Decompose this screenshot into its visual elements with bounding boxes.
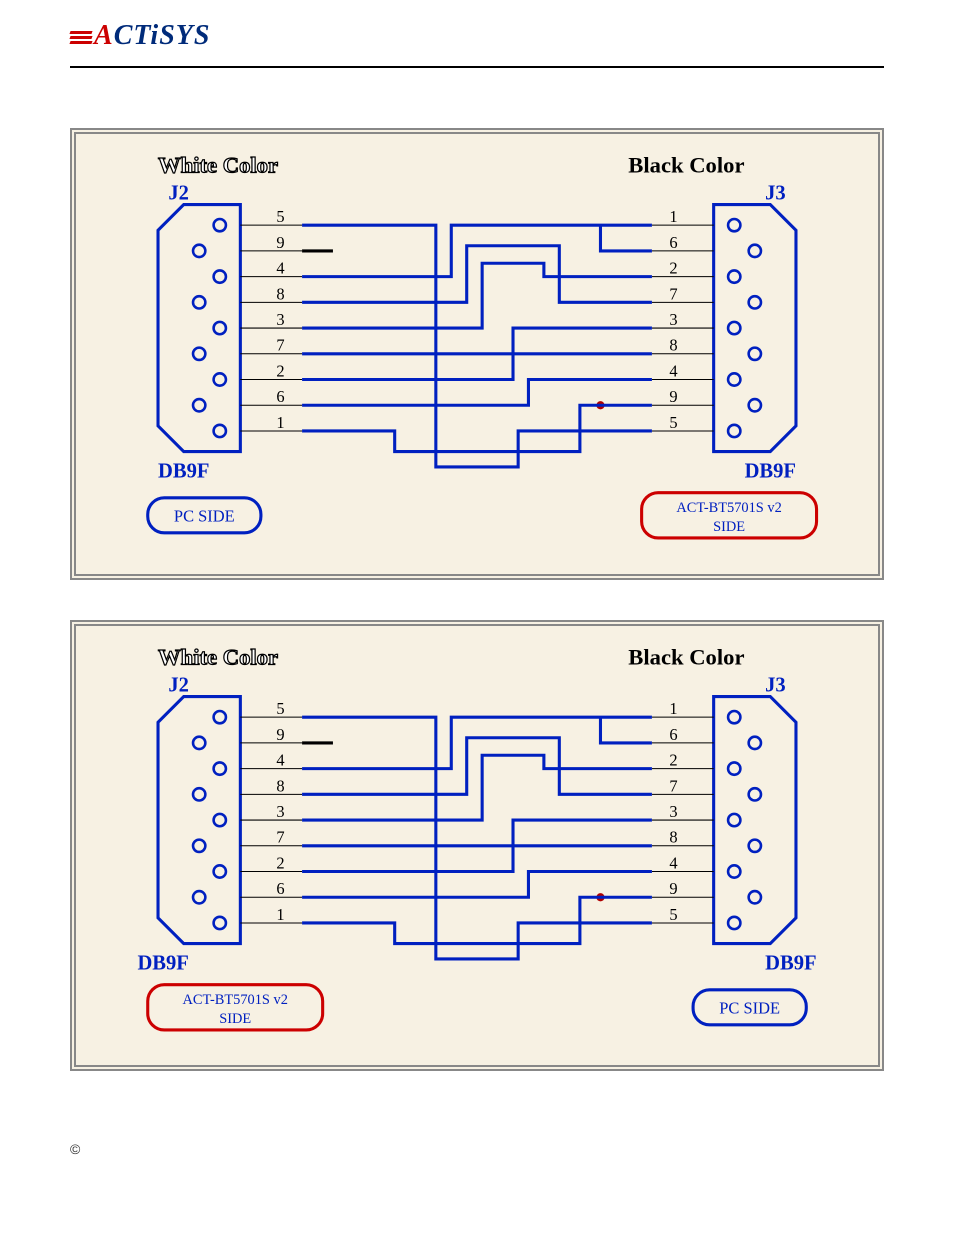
- svg-text:PC SIDE: PC SIDE: [174, 507, 235, 526]
- wiring-diagram-1: White Color Black Color J2 J3 5: [70, 128, 884, 580]
- right-badge-pc: PC SIDE: [693, 989, 806, 1024]
- svg-text:PC SIDE: PC SIDE: [719, 998, 780, 1017]
- right-pin-labels: 1 6 2 7 3 8 4 9 5: [669, 207, 677, 432]
- svg-text:6: 6: [276, 879, 284, 898]
- left-badge-device: ACT-BT5701S v2 SIDE: [148, 984, 323, 1029]
- right-label-lines: [652, 717, 714, 923]
- svg-text:7: 7: [276, 827, 284, 846]
- left-pins: [193, 711, 226, 929]
- left-label-lines: [240, 225, 302, 431]
- svg-text:6: 6: [669, 724, 677, 743]
- right-conn-type: DB9F: [745, 460, 796, 482]
- svg-text:8: 8: [276, 284, 284, 303]
- svg-text:5: 5: [276, 699, 284, 718]
- svg-text:2: 2: [276, 361, 284, 380]
- right-conn-ref: J3: [765, 674, 786, 696]
- left-conn-ref: J2: [168, 182, 189, 204]
- left-connector-shell: [158, 205, 240, 452]
- svg-text:8: 8: [669, 336, 677, 355]
- svg-text:9: 9: [669, 387, 677, 406]
- page-footer: ©: [0, 1141, 954, 1189]
- svg-text:9: 9: [276, 233, 284, 252]
- svg-text:7: 7: [276, 336, 284, 355]
- logo-stripes-icon: [70, 29, 92, 46]
- svg-text:4: 4: [276, 750, 284, 769]
- left-label-lines: [240, 717, 302, 923]
- right-conn-type: DB9F: [765, 952, 816, 974]
- svg-text:3: 3: [669, 802, 677, 821]
- svg-text:ACT-BT5701S v2: ACT-BT5701S v2: [676, 500, 781, 516]
- svg-text:5: 5: [669, 904, 677, 923]
- right-label-lines: [652, 225, 714, 431]
- left-conn-ref: J2: [168, 674, 189, 696]
- wiring-diagram-2: White Color Black Color J2 J3 5 9 4 8: [70, 620, 884, 1072]
- svg-text:4: 4: [669, 853, 677, 872]
- svg-text:8: 8: [669, 827, 677, 846]
- svg-text:3: 3: [276, 802, 284, 821]
- right-connector-shell: [714, 205, 796, 452]
- svg-text:7: 7: [669, 284, 677, 303]
- right-badge-device: ACT-BT5701S v2 SIDE: [642, 493, 817, 538]
- page-header: ACTiSYS: [0, 0, 954, 60]
- right-pins: [728, 711, 761, 929]
- svg-text:2: 2: [669, 259, 677, 278]
- svg-text:1: 1: [669, 207, 677, 226]
- svg-text:9: 9: [669, 879, 677, 898]
- svg-text:7: 7: [669, 776, 677, 795]
- svg-text:1: 1: [669, 699, 677, 718]
- svg-text:6: 6: [276, 387, 284, 406]
- svg-text:1: 1: [276, 413, 284, 432]
- wiring-traces: [302, 717, 652, 959]
- brand-logo: ACTiSYS: [70, 20, 210, 51]
- svg-text:1: 1: [276, 904, 284, 923]
- svg-text:4: 4: [669, 361, 677, 380]
- page-content: White Color Black Color J2 J3 5: [0, 68, 954, 1141]
- svg-text:5: 5: [669, 413, 677, 432]
- left-conn-type: DB9F: [137, 952, 188, 974]
- svg-text:3: 3: [276, 310, 284, 329]
- wiring-traces: [302, 225, 652, 467]
- svg-text:3: 3: [669, 310, 677, 329]
- svg-text:6: 6: [669, 233, 677, 252]
- left-pin-labels: 5 9 4 8 3 7 2 6 1: [276, 699, 284, 924]
- right-connector-shell: [714, 696, 796, 943]
- svg-text:5: 5: [276, 207, 284, 226]
- copyright-symbol: ©: [70, 1141, 80, 1157]
- svg-text:ACT-BT5701S v2: ACT-BT5701S v2: [182, 992, 287, 1008]
- svg-text:8: 8: [276, 776, 284, 795]
- left-badge-pc: PC SIDE: [148, 498, 261, 533]
- svg-text:2: 2: [669, 750, 677, 769]
- left-pins: [193, 219, 226, 437]
- left-pin-labels: 5 9 4 8 3 7 2 6 1: [276, 207, 284, 432]
- wiring-svg: White Color Black Color J2 J3 5 9 4 8: [86, 640, 868, 1052]
- wiring-svg: White Color Black Color J2 J3 5: [86, 148, 868, 560]
- right-color-label: Black Color: [628, 153, 744, 178]
- left-conn-type: DB9F: [158, 460, 209, 482]
- right-pin-labels: 1 6 2 7 3 8 4 9 5: [669, 699, 677, 924]
- right-color-label: Black Color: [628, 644, 744, 669]
- left-color-label: White Color: [158, 153, 278, 178]
- left-color-label: White Color: [158, 644, 278, 669]
- svg-text:2: 2: [276, 853, 284, 872]
- svg-text:4: 4: [276, 259, 284, 278]
- left-connector-shell: [158, 696, 240, 943]
- svg-text:SIDE: SIDE: [713, 519, 745, 535]
- svg-text:9: 9: [276, 724, 284, 743]
- right-conn-ref: J3: [765, 182, 786, 204]
- right-pins: [728, 219, 761, 437]
- svg-text:SIDE: SIDE: [219, 1010, 251, 1026]
